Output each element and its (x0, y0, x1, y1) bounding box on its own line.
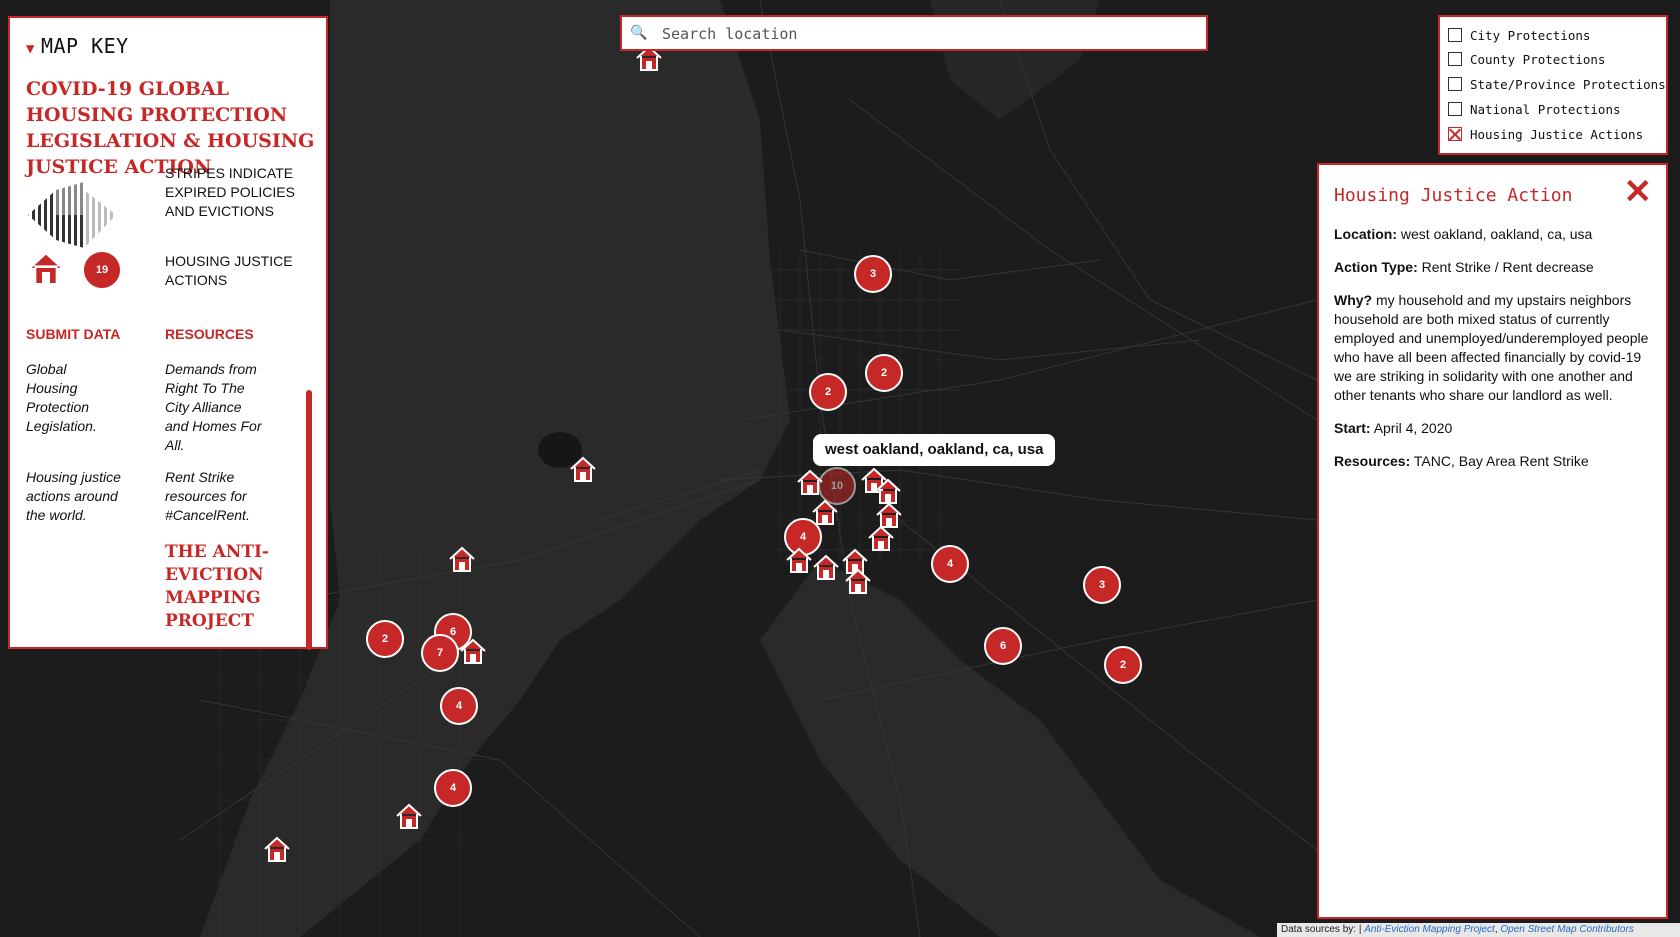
submit-data-heading: SUBMIT DATA (26, 326, 121, 342)
checkbox[interactable] (1448, 102, 1462, 116)
cluster-marker[interactable]: 2 (809, 373, 847, 411)
location-tooltip: west oakland, oakland, ca, usa (813, 434, 1056, 466)
project-name[interactable]: THE ANTI-EVICTION MAPPING PROJECT (165, 541, 275, 633)
attribution: Data sources by: | Anti-Eviction Mapping… (1277, 923, 1680, 937)
resources-heading: RESOURCES (165, 326, 254, 342)
house-marker-icon[interactable] (843, 567, 873, 595)
map-key-header: MAP KEY (40, 34, 129, 58)
resource-rent-strike-link[interactable]: Rent Strike resources for #CancelRent. (165, 468, 265, 525)
legend-stripes-text: STRIPES INDICATE EXPIRED POLICIES AND EV… (165, 165, 295, 219)
detail-action-type: Action Type: Rent Strike / Rent decrease (1334, 259, 1594, 275)
key-scrollbar[interactable] (306, 390, 312, 650)
house-marker-icon[interactable] (568, 455, 598, 483)
map-key-toggle[interactable]: ▼ MAP KEY (26, 34, 129, 58)
layer-filters-panel: City Protections County Protections Stat… (1438, 15, 1668, 155)
map-key-panel: ▼ MAP KEY COVID-19 GLOBAL HOUSING PROTECT… (8, 16, 328, 650)
detail-title: Housing Justice Action (1334, 185, 1573, 206)
cluster-marker[interactable]: 2 (1104, 646, 1142, 684)
house-marker-icon[interactable] (447, 545, 477, 573)
cluster-marker[interactable]: 2 (366, 620, 404, 658)
housing-action-legend-icon (29, 251, 63, 285)
detail-start: Start: April 4, 2020 (1334, 420, 1453, 436)
caret-down-icon: ▼ (26, 41, 35, 57)
cluster-marker[interactable]: 3 (1083, 566, 1121, 604)
house-marker-icon[interactable] (795, 468, 825, 496)
house-marker-icon[interactable] (458, 637, 488, 665)
cluster-marker[interactable]: 2 (865, 354, 903, 392)
house-marker-icon[interactable] (262, 835, 292, 863)
checkbox[interactable] (1448, 77, 1462, 91)
detail-body: Location: west oakland, oakland, ca, usa… (1334, 225, 1654, 485)
checkbox[interactable] (1448, 52, 1462, 66)
cluster-marker[interactable]: 4 (931, 545, 969, 583)
attribution-link-osm[interactable]: Open Street Map Contributors (1500, 924, 1633, 935)
checkbox-checked[interactable] (1448, 127, 1462, 141)
search-icon: 🔍 (630, 24, 648, 40)
submit-legislation-link[interactable]: Global Housing Protection Legislation. (26, 360, 121, 436)
checkbox[interactable] (1448, 28, 1462, 42)
house-marker-icon[interactable] (394, 802, 424, 830)
detail-why: Why? my household and my upstairs neighb… (1334, 292, 1649, 403)
search-input[interactable] (660, 21, 1194, 47)
search-bar: 🔍 (620, 15, 1208, 51)
house-marker-icon[interactable] (810, 498, 840, 526)
legend-actions-text: HOUSING JUSTICE ACTIONS (165, 253, 293, 288)
detail-resources: Resources: TANC, Bay Area Rent Strike (1334, 453, 1589, 469)
close-icon[interactable]: ✕ (1624, 175, 1653, 209)
cluster-marker[interactable]: 4 (440, 687, 478, 725)
cluster-marker[interactable]: 4 (434, 769, 472, 807)
cluster-marker[interactable]: 7 (421, 634, 459, 672)
attribution-link-aemp[interactable]: Anti-Eviction Mapping Project (1364, 924, 1495, 935)
detail-panel: Housing Justice Action ✕ Location: west … (1317, 163, 1668, 919)
cluster-marker[interactable]: 3 (854, 255, 892, 293)
legend-cluster-badge: 19 (82, 250, 122, 290)
cluster-marker[interactable]: 6 (984, 627, 1022, 665)
resource-rttc-link[interactable]: Demands from Right To The City Alliance … (165, 360, 265, 455)
stripes-legend-icon (28, 182, 116, 248)
house-marker-icon[interactable] (784, 546, 814, 574)
house-marker-icon[interactable] (866, 524, 896, 552)
detail-location: Location: west oakland, oakland, ca, usa (1334, 226, 1593, 242)
submit-actions-link[interactable]: Housing justice actions around the world… (26, 468, 131, 525)
house-marker-icon[interactable] (811, 553, 841, 581)
